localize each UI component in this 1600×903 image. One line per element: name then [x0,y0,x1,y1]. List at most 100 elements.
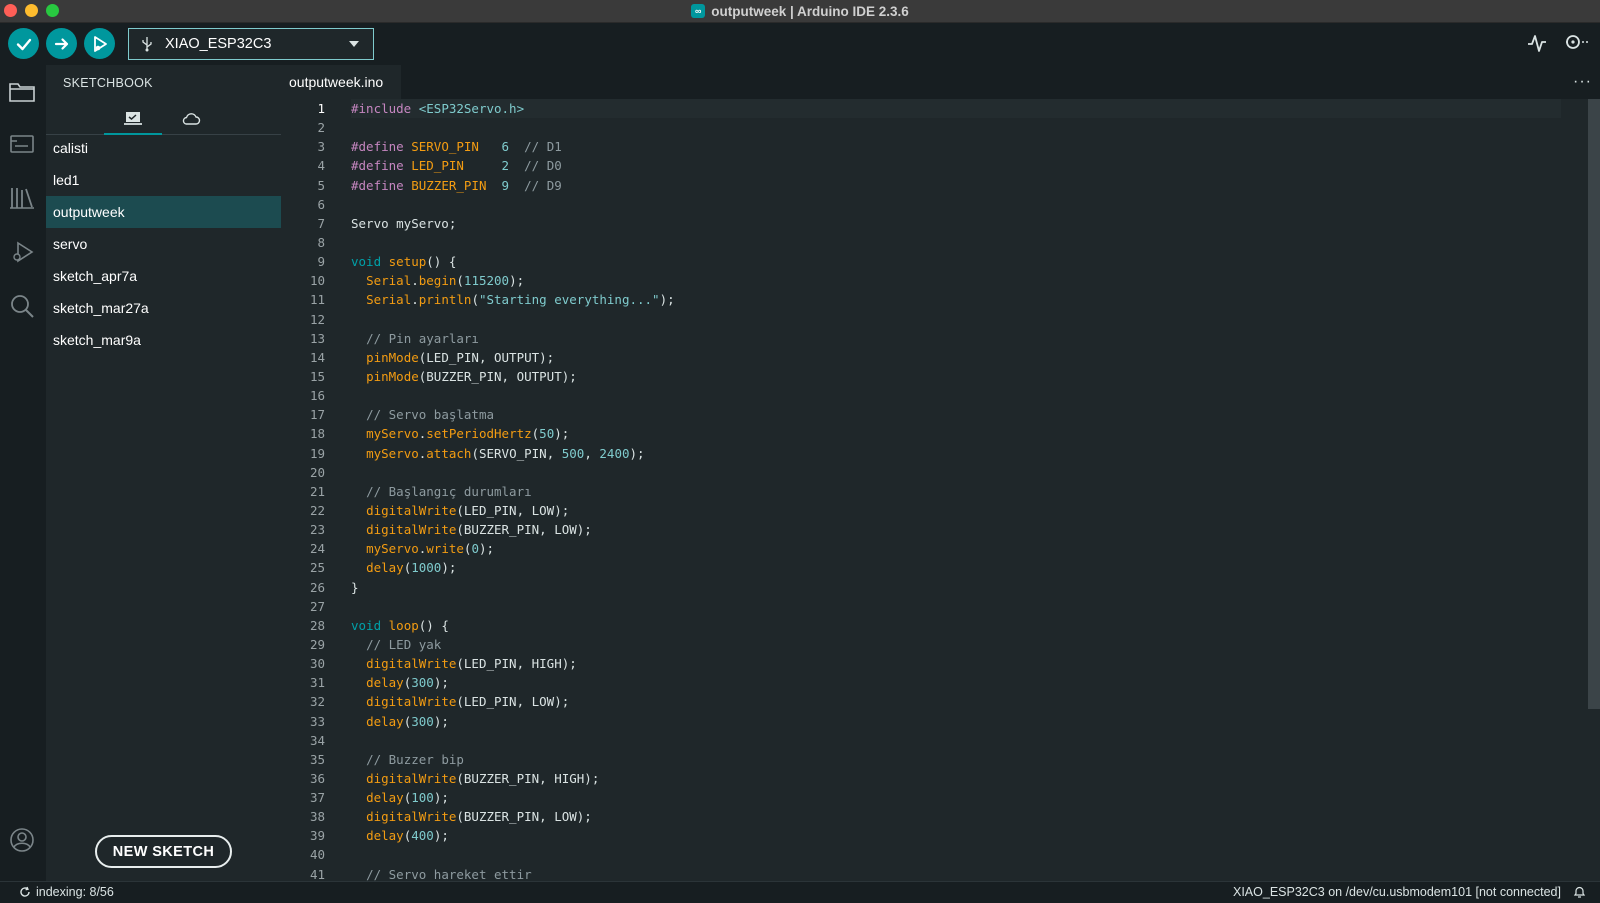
tab-outputweek-ino[interactable]: outputweek.ino [281,65,401,99]
code-line[interactable]: pinMode(LED_PIN, OUTPUT); [351,348,1561,367]
line-number: 21 [309,483,325,499]
code-line[interactable]: ​ [351,597,1561,616]
upload-button[interactable] [46,28,77,59]
line-number: 3 [317,139,325,155]
boards-manager-button[interactable] [7,129,37,159]
code-line[interactable]: void setup() { [351,252,1561,271]
code-line[interactable]: digitalWrite(LED_PIN, LOW); [351,501,1561,520]
pulse-icon [1528,35,1546,52]
list-item[interactable]: sketch_mar27a [46,292,281,324]
serial-monitor-button[interactable] [1564,32,1590,59]
code-editor[interactable]: 1 2 3 4 5 6 7 8 9 10 11 12 13 14 15 16 17 18 19 20 21 22 23 24 2… [281,99,1600,881]
debug-button[interactable] [84,28,115,59]
line-number: 41 [309,866,325,881]
more-options-icon[interactable]: ··· [1573,73,1592,91]
code-line[interactable]: pinMode(BUZZER_PIN, OUTPUT); [351,367,1561,386]
code-line[interactable]: ​ [351,233,1561,252]
code-line[interactable]: ​ [351,386,1561,405]
code-line[interactable]: #define SERVO_PIN 6 // D1 [351,137,1561,156]
code-line[interactable]: // Başlangıç durumları [351,482,1561,501]
code-line[interactable]: delay(300); [351,673,1561,692]
list-item[interactable]: led1 [46,164,281,196]
line-number: 17 [309,407,325,423]
code-line[interactable]: myServo.attach(SERVO_PIN, 500, 2400); [351,444,1561,463]
code-line[interactable]: myServo.write(0); [351,539,1561,558]
code-line[interactable]: // Pin ayarları [351,329,1561,348]
code-line[interactable]: delay(100); [351,788,1561,807]
code-line[interactable]: #define BUZZER_PIN 9 // D9 [351,176,1561,195]
board-name: XIAO_ESP32C3 [165,36,272,52]
code-line[interactable]: ​ [351,118,1561,137]
account-button[interactable] [7,825,37,855]
close-window-button[interactable] [4,4,17,17]
code-line[interactable]: Servo myServo; [351,214,1561,233]
code-line[interactable]: digitalWrite(LED_PIN, LOW); [351,692,1561,711]
line-number: 28 [309,617,325,633]
line-number: 14 [309,349,325,365]
code-line[interactable]: digitalWrite(LED_PIN, HIGH); [351,654,1561,673]
line-number: 24 [309,541,325,557]
editor-tab-bar: outputweek.ino ··· [281,65,1600,99]
bell-icon[interactable] [1573,885,1586,899]
code-line[interactable]: digitalWrite(BUZZER_PIN, LOW); [351,520,1561,539]
list-item[interactable]: sketch_mar9a [46,324,281,356]
activity-bar [0,65,46,881]
code-line[interactable]: void loop() { [351,616,1561,635]
code-line[interactable]: // Servo hareket ettir [351,865,1561,881]
code-line[interactable]: } [351,578,1561,597]
code-line[interactable]: // LED yak [351,635,1561,654]
code-line[interactable]: // Buzzer bip [351,750,1561,769]
code-line[interactable]: delay(1000); [351,558,1561,577]
line-number: 19 [309,445,325,461]
code-line[interactable]: ​ [351,463,1561,482]
editor-scrollbar[interactable] [1588,99,1600,709]
magnifier-dots-icon [1566,35,1588,49]
code-line[interactable]: // Servo başlatma [351,405,1561,424]
line-number: 26 [309,579,325,595]
code-line[interactable]: Serial.begin(115200); [351,271,1561,290]
arduino-logo-icon: ∞ [691,4,706,18]
line-number: 27 [309,598,325,614]
library-manager-button[interactable] [7,183,37,213]
tab-cloud-sketchbook[interactable] [162,103,220,135]
tab-local-sketchbook[interactable] [104,103,162,135]
maximize-window-button[interactable] [46,4,59,17]
search-button[interactable] [7,291,37,321]
line-number: 15 [309,368,325,384]
minimize-window-button[interactable] [25,4,38,17]
code-line[interactable]: ​ [351,195,1561,214]
line-number: 29 [309,636,325,652]
list-item[interactable]: sketch_apr7a [46,260,281,292]
code-line[interactable]: myServo.setPeriodHertz(50); [351,424,1561,443]
board-selector[interactable]: XIAO_ESP32C3 [128,28,374,60]
verify-button[interactable] [8,28,39,59]
code-line[interactable]: digitalWrite(BUZZER_PIN, LOW); [351,807,1561,826]
code-line[interactable]: ​ [351,731,1561,750]
code-line[interactable]: Serial.println("Starting everything...")… [351,290,1561,309]
board-manager-icon [10,135,34,153]
line-number: 38 [309,809,325,825]
code-line[interactable]: delay(300); [351,712,1561,731]
line-number: 9 [317,254,325,270]
connection-status[interactable]: XIAO_ESP32C3 on /dev/cu.usbmodem101 [not… [1233,885,1561,899]
serial-plotter-button[interactable] [1526,32,1548,59]
sketchbook-button[interactable] [7,77,37,107]
laptop-icon [124,112,142,125]
code-line[interactable]: #include <ESP32Servo.h> [351,99,1561,119]
line-number: 11 [309,292,325,308]
code-line[interactable]: digitalWrite(BUZZER_PIN, HIGH); [351,769,1561,788]
code-line[interactable]: #define LED_PIN 2 // D0 [351,156,1561,175]
line-number: 35 [309,751,325,767]
list-item[interactable]: servo [46,228,281,260]
list-item[interactable]: calisti [46,132,281,164]
debugger-button[interactable] [7,237,37,267]
code-line[interactable]: ​ [351,845,1561,864]
toolbar: XIAO_ESP32C3 [0,23,1600,65]
line-number: 37 [309,790,325,806]
new-sketch-button[interactable]: NEW SKETCH [95,835,232,868]
list-item[interactable]: outputweek [46,196,281,228]
code-line[interactable]: ​ [351,310,1561,329]
code-area[interactable]: #include <ESP32Servo.h>​#define SERVO_PI… [351,99,1561,881]
sidebar-title: SKETCHBOOK [63,76,153,90]
code-line[interactable]: delay(400); [351,826,1561,845]
